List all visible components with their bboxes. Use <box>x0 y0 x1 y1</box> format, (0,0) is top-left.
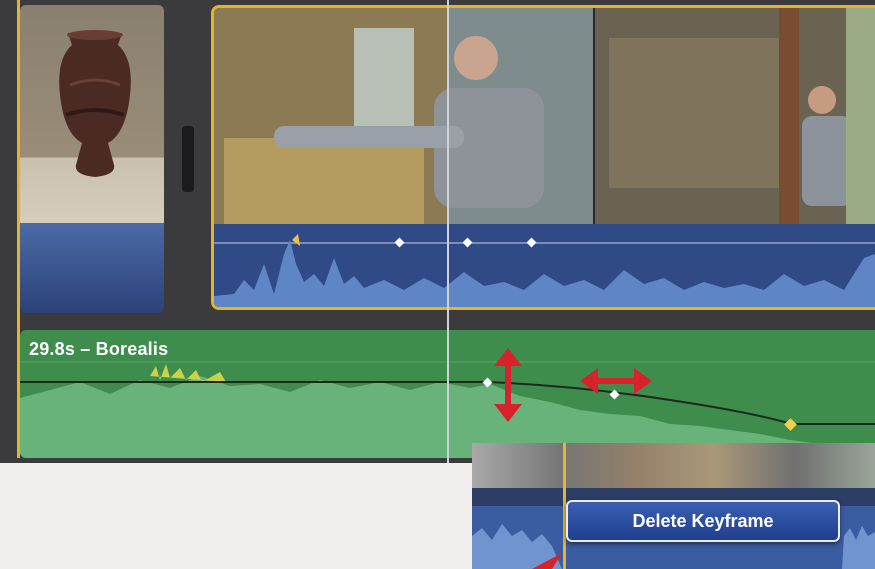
inset-pointer-arrow-icon <box>532 553 562 569</box>
selected-video-clip[interactable] <box>211 5 875 310</box>
delete-keyframe-button[interactable]: Delete Keyframe <box>566 500 840 542</box>
filmstrip-frames <box>214 8 875 224</box>
clip-gap-handle[interactable] <box>182 126 194 192</box>
timeline-panel: 29.8s – Borealis <box>0 0 875 463</box>
photo-clip[interactable] <box>20 5 164 313</box>
timeline-start-marker <box>17 0 20 458</box>
volume-adjust-arrow-icon <box>494 348 522 422</box>
keyframe-move-arrow-icon <box>580 368 652 394</box>
background-music-title: 29.8s – Borealis <box>29 339 169 359</box>
skimmer-playhead[interactable] <box>447 0 449 463</box>
video-filmstrip <box>214 8 875 224</box>
photo-clip-thumbnail <box>20 5 164 223</box>
clip-audio-track[interactable] <box>214 224 875 307</box>
clip-audio-waveform <box>214 234 875 307</box>
inset-video-strip <box>472 443 875 488</box>
photo-clip-audio-area <box>20 223 164 313</box>
vase-image <box>59 30 131 177</box>
